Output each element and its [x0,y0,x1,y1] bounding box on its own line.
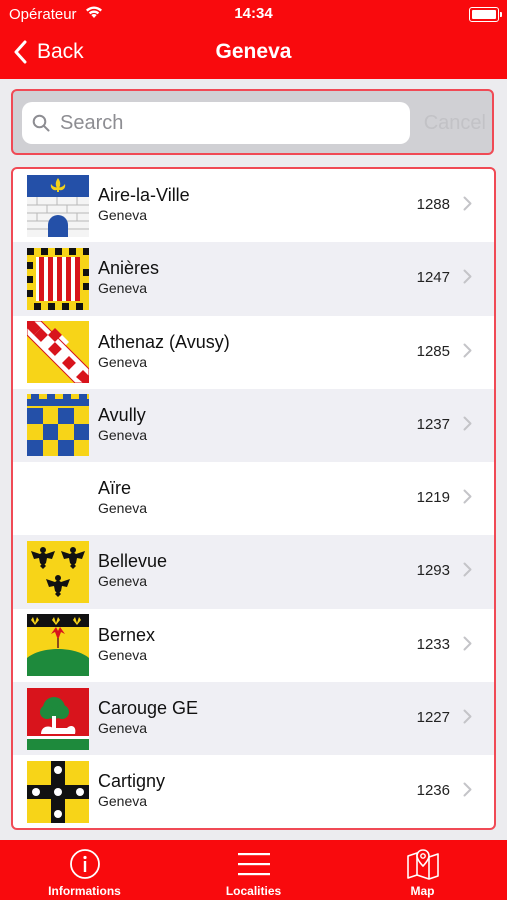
postal-code: 1219 [416,489,450,507]
tab-label: Map [410,884,435,898]
locality-name: Bellevue [98,551,168,572]
cancel-button[interactable]: Cancel [424,112,486,135]
search-input[interactable] [58,110,382,136]
postal-code: 1233 [416,635,450,653]
tab-label: Localities [225,884,282,898]
navigation-bar: Back Geneva [0,28,507,79]
coat-of-arms-icon [27,247,89,310]
top-bar: Opérateur 14:34 Back Geneva [0,0,507,79]
list-item[interactable]: Cartigny Geneva 1236 [13,755,494,828]
map-icon [406,849,439,880]
chevron-right-icon [463,782,472,797]
canton-label: Geneva [98,207,148,223]
chevron-right-icon [463,416,472,431]
locality-name: Athenaz (Avusy) [98,331,230,352]
page-title: Geneva [215,40,292,63]
locality-name: Cartigny [98,771,166,792]
postal-code: 1236 [416,782,450,800]
locality-name: Aire-la-Ville [98,185,190,205]
chevron-right-icon [463,636,472,651]
tab-bar: Informations Localities Map [0,840,507,900]
list-item[interactable]: Bernex Geneva 1233 [13,609,494,682]
chevron-right-icon [463,489,472,504]
search-bar: Cancel [11,89,494,155]
tab-label: Informations [48,884,121,898]
list-item[interactable]: Anières Geneva 1247 [13,242,494,316]
tab-localities[interactable]: Localities [169,840,338,900]
locality-name: Anières [98,258,160,279]
canton-label: Geneva [98,646,148,663]
chevron-right-icon [463,343,472,358]
canton-label: Geneva [98,573,148,590]
canton-label: Geneva [98,426,148,443]
status-bar: Opérateur 14:34 [0,0,507,28]
chevron-right-icon [463,196,472,211]
coat-of-arms-icon [27,541,89,604]
localities-list: Aire-la-Ville Geneva 1288 Anières Geneva… [11,167,496,830]
coat-of-arms-icon [27,760,89,823]
postal-code: 1285 [416,342,450,360]
list-item[interactable]: Avully Geneva 1237 [13,388,494,463]
canton-label: Geneva [98,500,148,517]
postal-code: 1237 [416,415,450,433]
tab-informations[interactable]: Informations [0,840,169,900]
battery-icon [469,7,502,22]
tab-map[interactable]: Map [338,840,507,900]
search-icon [32,114,50,132]
postal-code: 1293 [416,562,450,580]
coat-of-arms-icon [27,321,89,384]
list-item[interactable]: Carouge GE Geneva 1227 [13,682,494,756]
chevron-right-icon [463,709,472,724]
canton-label: Geneva [98,353,148,370]
chevron-right-icon [463,562,472,577]
list-item[interactable]: Aïre Geneva 1219 [13,462,494,535]
coat-of-arms-icon [27,394,89,457]
postal-code: 1247 [416,269,450,287]
coat-of-arms-icon [27,174,89,237]
coat-of-arms-icon [27,614,89,677]
postal-code: 1288 [416,196,450,213]
list-item[interactable]: Bellevue Geneva 1293 [13,535,494,609]
chevron-right-icon [463,269,472,284]
list-item[interactable]: Aire-la-Ville Geneva 1288 [13,169,494,242]
coat-of-arms-icon [27,687,89,750]
locality-name: Aïre [98,478,132,499]
canton-label: Geneva [98,720,148,737]
locality-name: Carouge GE [98,698,199,719]
postal-code: 1227 [416,709,450,727]
canton-label: Geneva [98,280,148,297]
info-icon [69,849,100,879]
locality-name: Avully [98,404,146,425]
canton-label: Geneva [98,793,148,810]
list-item[interactable]: Athenaz (Avusy) Geneva 1285 [13,316,494,389]
clock: 14:34 [234,5,273,22]
locality-name: Bernex [98,624,156,645]
list-icon [237,853,270,876]
search-field[interactable] [22,102,410,144]
